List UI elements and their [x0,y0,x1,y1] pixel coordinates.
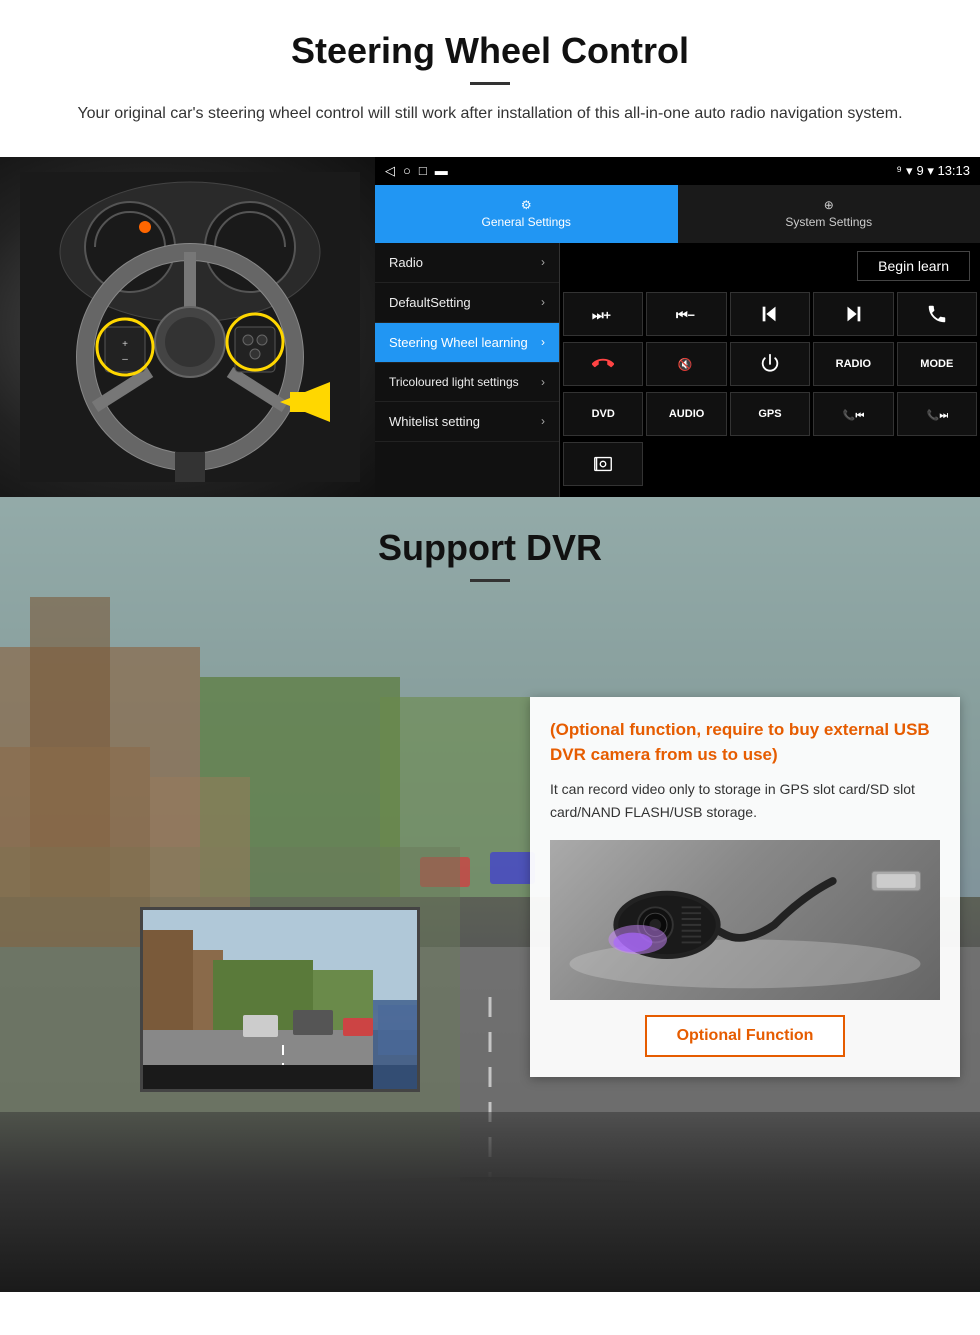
dvr-info-card: (Optional function, require to buy exter… [530,697,960,1078]
menu-label-whitelist: Whitelist setting [389,414,480,429]
dvd-button[interactable]: DVD [563,392,643,436]
phone-prev-button[interactable]: 📞⏮ [813,392,893,436]
signal-icon: ⁹ [896,163,902,178]
section1-header: Steering Wheel Control Your original car… [0,0,980,137]
back-nav-icon[interactable]: ◁ [385,163,395,179]
panel-main: Radio › DefaultSetting › Steering Wheel … [375,243,980,497]
status-bar-left: ◁ ○ □ ▬ [385,163,448,179]
steering-wheel-svg: + – [20,172,360,482]
dvr-inset-image [143,910,417,1089]
menu-label-steering: Steering Wheel learning [389,335,528,350]
dvr-camera-product-image [550,840,940,1000]
control-buttons-row3: DVD AUDIO GPS 📞⏮ [560,389,980,439]
svg-text:⏭+: ⏭+ [592,307,611,322]
svg-text:📞⏭: 📞⏭ [927,408,948,421]
dvr-section: Support DVR [0,497,980,1292]
status-bar-right: ⁹ ▾ 9 ▾ 13:13 [896,163,970,179]
svg-text:🔇: 🔇 [677,357,692,371]
dashboard-overlay [0,1112,980,1292]
time-display: 9 ▾ 13:13 [916,163,970,179]
dvr-divider [470,579,510,582]
gear-icon: ⚙ [521,198,532,212]
square-nav-icon[interactable]: □ [419,163,427,178]
steering-wheel-image: + – [0,157,375,497]
mode-button[interactable]: MODE [897,342,977,386]
menu-item-default-setting[interactable]: DefaultSetting › [375,283,559,323]
section1-title: Steering Wheel Control [60,30,920,72]
svg-text:+: + [122,339,128,350]
tab-system-settings[interactable]: ⊕ System Settings [678,185,980,243]
phone-button[interactable] [897,292,977,336]
prev-track-button[interactable] [730,292,810,336]
svg-text:📞⏮: 📞⏮ [843,408,864,421]
gps-button[interactable]: GPS [730,392,810,436]
android-ui-panel: ◁ ○ □ ▬ ⁹ ▾ 9 ▾ 13:13 ⚙ General Settings [375,157,980,497]
vol-plus-button[interactable]: ⏭+ [563,292,643,336]
tab-system-label: System Settings [785,215,872,229]
section1-subtitle: Your original car's steering wheel contr… [60,101,920,127]
tab-general-label: General Settings [482,215,571,229]
menu-list: Radio › DefaultSetting › Steering Wheel … [375,243,560,497]
inset-road-svg [143,910,420,1092]
control-buttons-row4 [560,439,980,489]
steering-section: Steering Wheel Control Your original car… [0,0,980,497]
vol-minus-button[interactable]: ⏮− [646,292,726,336]
dvr-camera-svg [550,845,940,995]
tabs-row: ⚙ General Settings ⊕ System Settings [375,185,980,243]
dvr-inset-screenshot [140,907,420,1092]
begin-learn-row: Begin learn [560,243,980,289]
steering-screenshot-block: + – [0,157,980,497]
system-icon: ⊕ [824,198,834,212]
hang-up-button[interactable] [563,342,643,386]
menu-label-radio: Radio [389,255,423,270]
chevron-right-icon-2: › [541,295,545,309]
menu-item-steering-wheel[interactable]: Steering Wheel learning › [375,323,559,363]
home-nav-icon[interactable]: ○ [403,163,411,178]
menu-item-tricoloured[interactable]: Tricoloured light settings › [375,363,559,402]
menu-label-tricoloured: Tricoloured light settings [389,375,519,389]
svg-text:⏮−: ⏮− [676,307,695,322]
mute-button[interactable]: 🔇 [646,342,726,386]
chevron-right-icon-4: › [541,375,545,389]
bookmark-icon[interactable]: ▬ [435,163,448,178]
control-buttons-row1: ⏭+ ⏮− [560,289,980,339]
menu-item-whitelist[interactable]: Whitelist setting › [375,402,559,442]
wifi-icon: ▾ [906,163,913,179]
power-button[interactable] [730,342,810,386]
chevron-right-icon-3: › [541,335,545,349]
control-buttons-row2: 🔇 RADIO MODE [560,339,980,389]
audio-button[interactable]: AUDIO [646,392,726,436]
chevron-right-icon: › [541,255,545,269]
dvr-header: Support DVR [0,497,980,592]
next-track-button[interactable] [813,292,893,336]
status-bar: ◁ ○ □ ▬ ⁹ ▾ 9 ▾ 13:13 [375,157,980,185]
menu-label-default: DefaultSetting [389,295,471,310]
tab-general-settings[interactable]: ⚙ General Settings [375,185,678,243]
section1-divider [470,82,510,85]
control-area: Begin learn ⏭+ ⏮− [560,243,980,497]
begin-learn-button[interactable]: Begin learn [857,251,970,281]
svg-text:–: – [122,354,128,365]
dvr-card-title: (Optional function, require to buy exter… [550,717,940,768]
dvr-title: Support DVR [60,527,920,569]
chevron-right-icon-5: › [541,414,545,428]
optional-function-button[interactable]: Optional Function [645,1015,846,1057]
dvd-icon-button[interactable] [563,442,643,486]
phone-next-button[interactable]: 📞⏭ [897,392,977,436]
radio-button[interactable]: RADIO [813,342,893,386]
dvr-card-description: It can record video only to storage in G… [550,778,940,826]
menu-item-radio[interactable]: Radio › [375,243,559,283]
